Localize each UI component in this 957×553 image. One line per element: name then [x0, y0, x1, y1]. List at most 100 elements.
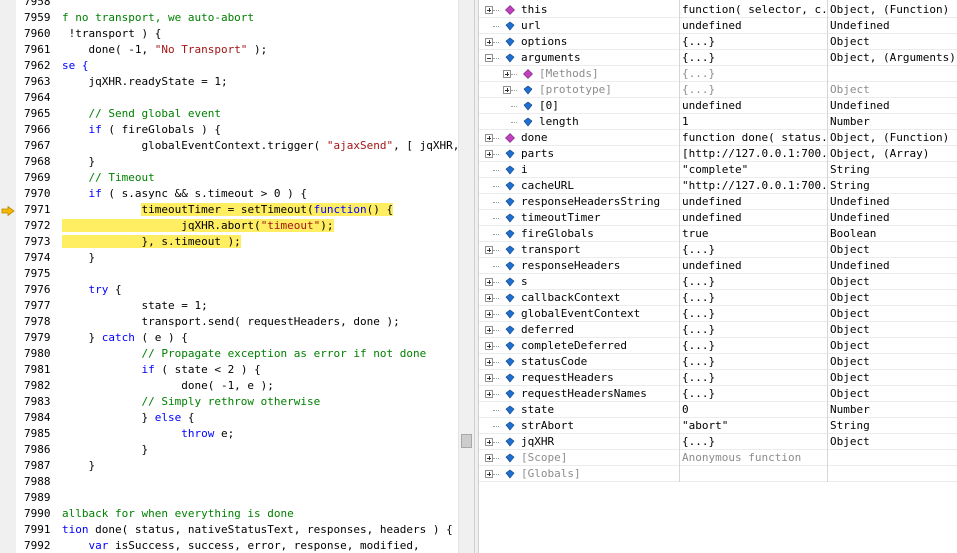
- code-line[interactable]: 7975: [0, 266, 458, 282]
- code-line[interactable]: 7970 if ( s.async && s.timeout > 0 ) {: [0, 186, 458, 202]
- code-line[interactable]: 7958: [0, 0, 458, 10]
- code-line[interactable]: 7977 state = 1;: [0, 298, 458, 314]
- column-divider-name-value[interactable]: [679, 0, 680, 482]
- watch-row[interactable]: globalEventContext {...} Object: [479, 306, 957, 322]
- watch-row[interactable]: responseHeadersString undefined Undefined: [479, 194, 957, 210]
- watch-row[interactable]: transport {...} Object: [479, 242, 957, 258]
- expand-icon[interactable]: [485, 6, 493, 14]
- expand-icon[interactable]: [485, 326, 493, 334]
- code-line[interactable]: 7964: [0, 90, 458, 106]
- code-line[interactable]: 7992 var isSuccess, success, error, resp…: [0, 538, 458, 553]
- column-divider-value-type[interactable]: [827, 0, 828, 482]
- code-line[interactable]: 7974 }: [0, 250, 458, 266]
- expand-icon[interactable]: [503, 70, 511, 78]
- collapse-icon[interactable]: [485, 54, 493, 62]
- code-line[interactable]: 7988: [0, 474, 458, 490]
- code-line[interactable]: 7979 } catch ( e ) {: [0, 330, 458, 346]
- watch-row[interactable]: this function( selector, c... Object, (Fun…: [479, 2, 957, 18]
- watch-row[interactable]: [prototype] {...} Object: [479, 82, 957, 98]
- line-number: 7963: [24, 75, 51, 88]
- watch-row[interactable]: parts [http://127.0.0.1:700... Object, (Ar…: [479, 146, 957, 162]
- code-line[interactable]: 7962 se {: [0, 58, 458, 74]
- code-line[interactable]: 7963 jqXHR.readyState = 1;: [0, 74, 458, 90]
- watch-row[interactable]: callbackContext {...} Object: [479, 290, 957, 306]
- code-line[interactable]: 7990 allback for when everything is done: [0, 506, 458, 522]
- code-line[interactable]: 7989: [0, 490, 458, 506]
- code-line[interactable]: 7980 // Propagate exception as error if …: [0, 346, 458, 362]
- code-editor[interactable]: 7958 7959 f no transport, we auto-abort 796…: [0, 0, 474, 553]
- expand-icon[interactable]: [485, 454, 493, 462]
- code-line[interactable]: 7971 timeoutTimer = setTimeout(function(…: [0, 202, 458, 218]
- code-line[interactable]: 7981 if ( state < 2 ) {: [0, 362, 458, 378]
- watch-name: statusCode: [521, 355, 588, 368]
- watch-row[interactable]: strAbort "abort" String: [479, 418, 957, 434]
- watch-row[interactable]: fireGlobals true Boolean: [479, 226, 957, 242]
- code-line[interactable]: 7987 }: [0, 458, 458, 474]
- line-number: 7978: [24, 315, 51, 328]
- code-line[interactable]: 7976 try {: [0, 282, 458, 298]
- code-line[interactable]: 7986 }: [0, 442, 458, 458]
- watch-row[interactable]: arguments {...} Object, (Arguments): [479, 50, 957, 66]
- code-line[interactable]: 7966 if ( fireGlobals ) {: [0, 122, 458, 138]
- code-line[interactable]: 7968 }: [0, 154, 458, 170]
- watch-row[interactable]: length 1 Number: [479, 114, 957, 130]
- watch-row[interactable]: [Globals]: [479, 466, 957, 482]
- watch-row[interactable]: [Methods] {...}: [479, 66, 957, 82]
- expand-icon[interactable]: [485, 374, 493, 382]
- expand-icon[interactable]: [485, 246, 493, 254]
- expand-icon[interactable]: [485, 438, 493, 446]
- expand-icon[interactable]: [485, 358, 493, 366]
- code-token: }: [62, 411, 155, 424]
- watch-row[interactable]: deferred {...} Object: [479, 322, 957, 338]
- watch-row[interactable]: options {...} Object: [479, 34, 957, 50]
- code-line[interactable]: 7961 done( -1, "No Transport" );: [0, 42, 458, 58]
- watch-name: [Scope]: [521, 451, 568, 464]
- watch-row[interactable]: s {...} Object: [479, 274, 957, 290]
- code-line[interactable]: 7984 } else {: [0, 410, 458, 426]
- expand-icon[interactable]: [485, 150, 493, 158]
- code-line[interactable]: 7972 jqXHR.abort("timeout");: [0, 218, 458, 234]
- watch-type: Object: [830, 339, 870, 352]
- code-line[interactable]: 7959 f no transport, we auto-abort: [0, 10, 458, 26]
- code-line[interactable]: 7967 globalEventContext.trigger( "ajaxSe…: [0, 138, 473, 154]
- watch-row[interactable]: requestHeadersNames {...} Object: [479, 386, 957, 402]
- watch-row[interactable]: done function done( status... Object, (Fun…: [479, 130, 957, 146]
- watch-row[interactable]: responseHeaders undefined Undefined: [479, 258, 957, 274]
- expand-icon[interactable]: [485, 310, 493, 318]
- watch-row[interactable]: requestHeaders {...} Object: [479, 370, 957, 386]
- expand-icon[interactable]: [485, 294, 493, 302]
- code-line[interactable]: 7982 done( -1, e );: [0, 378, 458, 394]
- watch-row[interactable]: i "complete" String: [479, 162, 957, 178]
- expand-icon[interactable]: [485, 342, 493, 350]
- scrollbar-thumb[interactable]: [461, 434, 472, 448]
- field-icon: [505, 37, 515, 47]
- expand-icon[interactable]: [503, 86, 511, 94]
- tree-connector: [493, 170, 499, 172]
- code-line[interactable]: 7985 throw e;: [0, 426, 458, 442]
- expand-icon[interactable]: [485, 390, 493, 398]
- watch-row[interactable]: [0] undefined Undefined: [479, 98, 957, 114]
- watch-row[interactable]: completeDeferred {...} Object: [479, 338, 957, 354]
- watch-name-cell: state: [479, 402, 679, 418]
- watch-row[interactable]: timeoutTimer undefined Undefined: [479, 210, 957, 226]
- watch-row[interactable]: [Scope] Anonymous function: [479, 450, 957, 466]
- expand-icon[interactable]: [485, 38, 493, 46]
- code-line[interactable]: 7969 // Timeout: [0, 170, 458, 186]
- expand-icon[interactable]: [485, 278, 493, 286]
- expand-icon[interactable]: [485, 470, 493, 478]
- code-vertical-scrollbar[interactable]: [458, 0, 474, 553]
- watch-row[interactable]: state 0 Number: [479, 402, 957, 418]
- watch-row[interactable]: statusCode {...} Object: [479, 354, 957, 370]
- code-line[interactable]: 7973 }, s.timeout );: [0, 234, 458, 250]
- code-line[interactable]: 7983 // Simply rethrow otherwise: [0, 394, 458, 410]
- watch-type: Object: [830, 275, 870, 288]
- code-line[interactable]: 7965 // Send global event: [0, 106, 458, 122]
- code-line[interactable]: 7991 tion done( status, nativeStatusText,…: [0, 522, 458, 538]
- watch-row[interactable]: url undefined Undefined: [479, 18, 957, 34]
- watch-row[interactable]: cacheURL "http://127.0.0.1:700... String: [479, 178, 957, 194]
- code-line[interactable]: 7978 transport.send( requestHeaders, don…: [0, 314, 458, 330]
- watch-name: requestHeadersNames: [521, 387, 647, 400]
- watch-row[interactable]: jqXHR {...} Object: [479, 434, 957, 450]
- expand-icon[interactable]: [485, 134, 493, 142]
- code-line[interactable]: 7960 !transport ) {: [0, 26, 458, 42]
